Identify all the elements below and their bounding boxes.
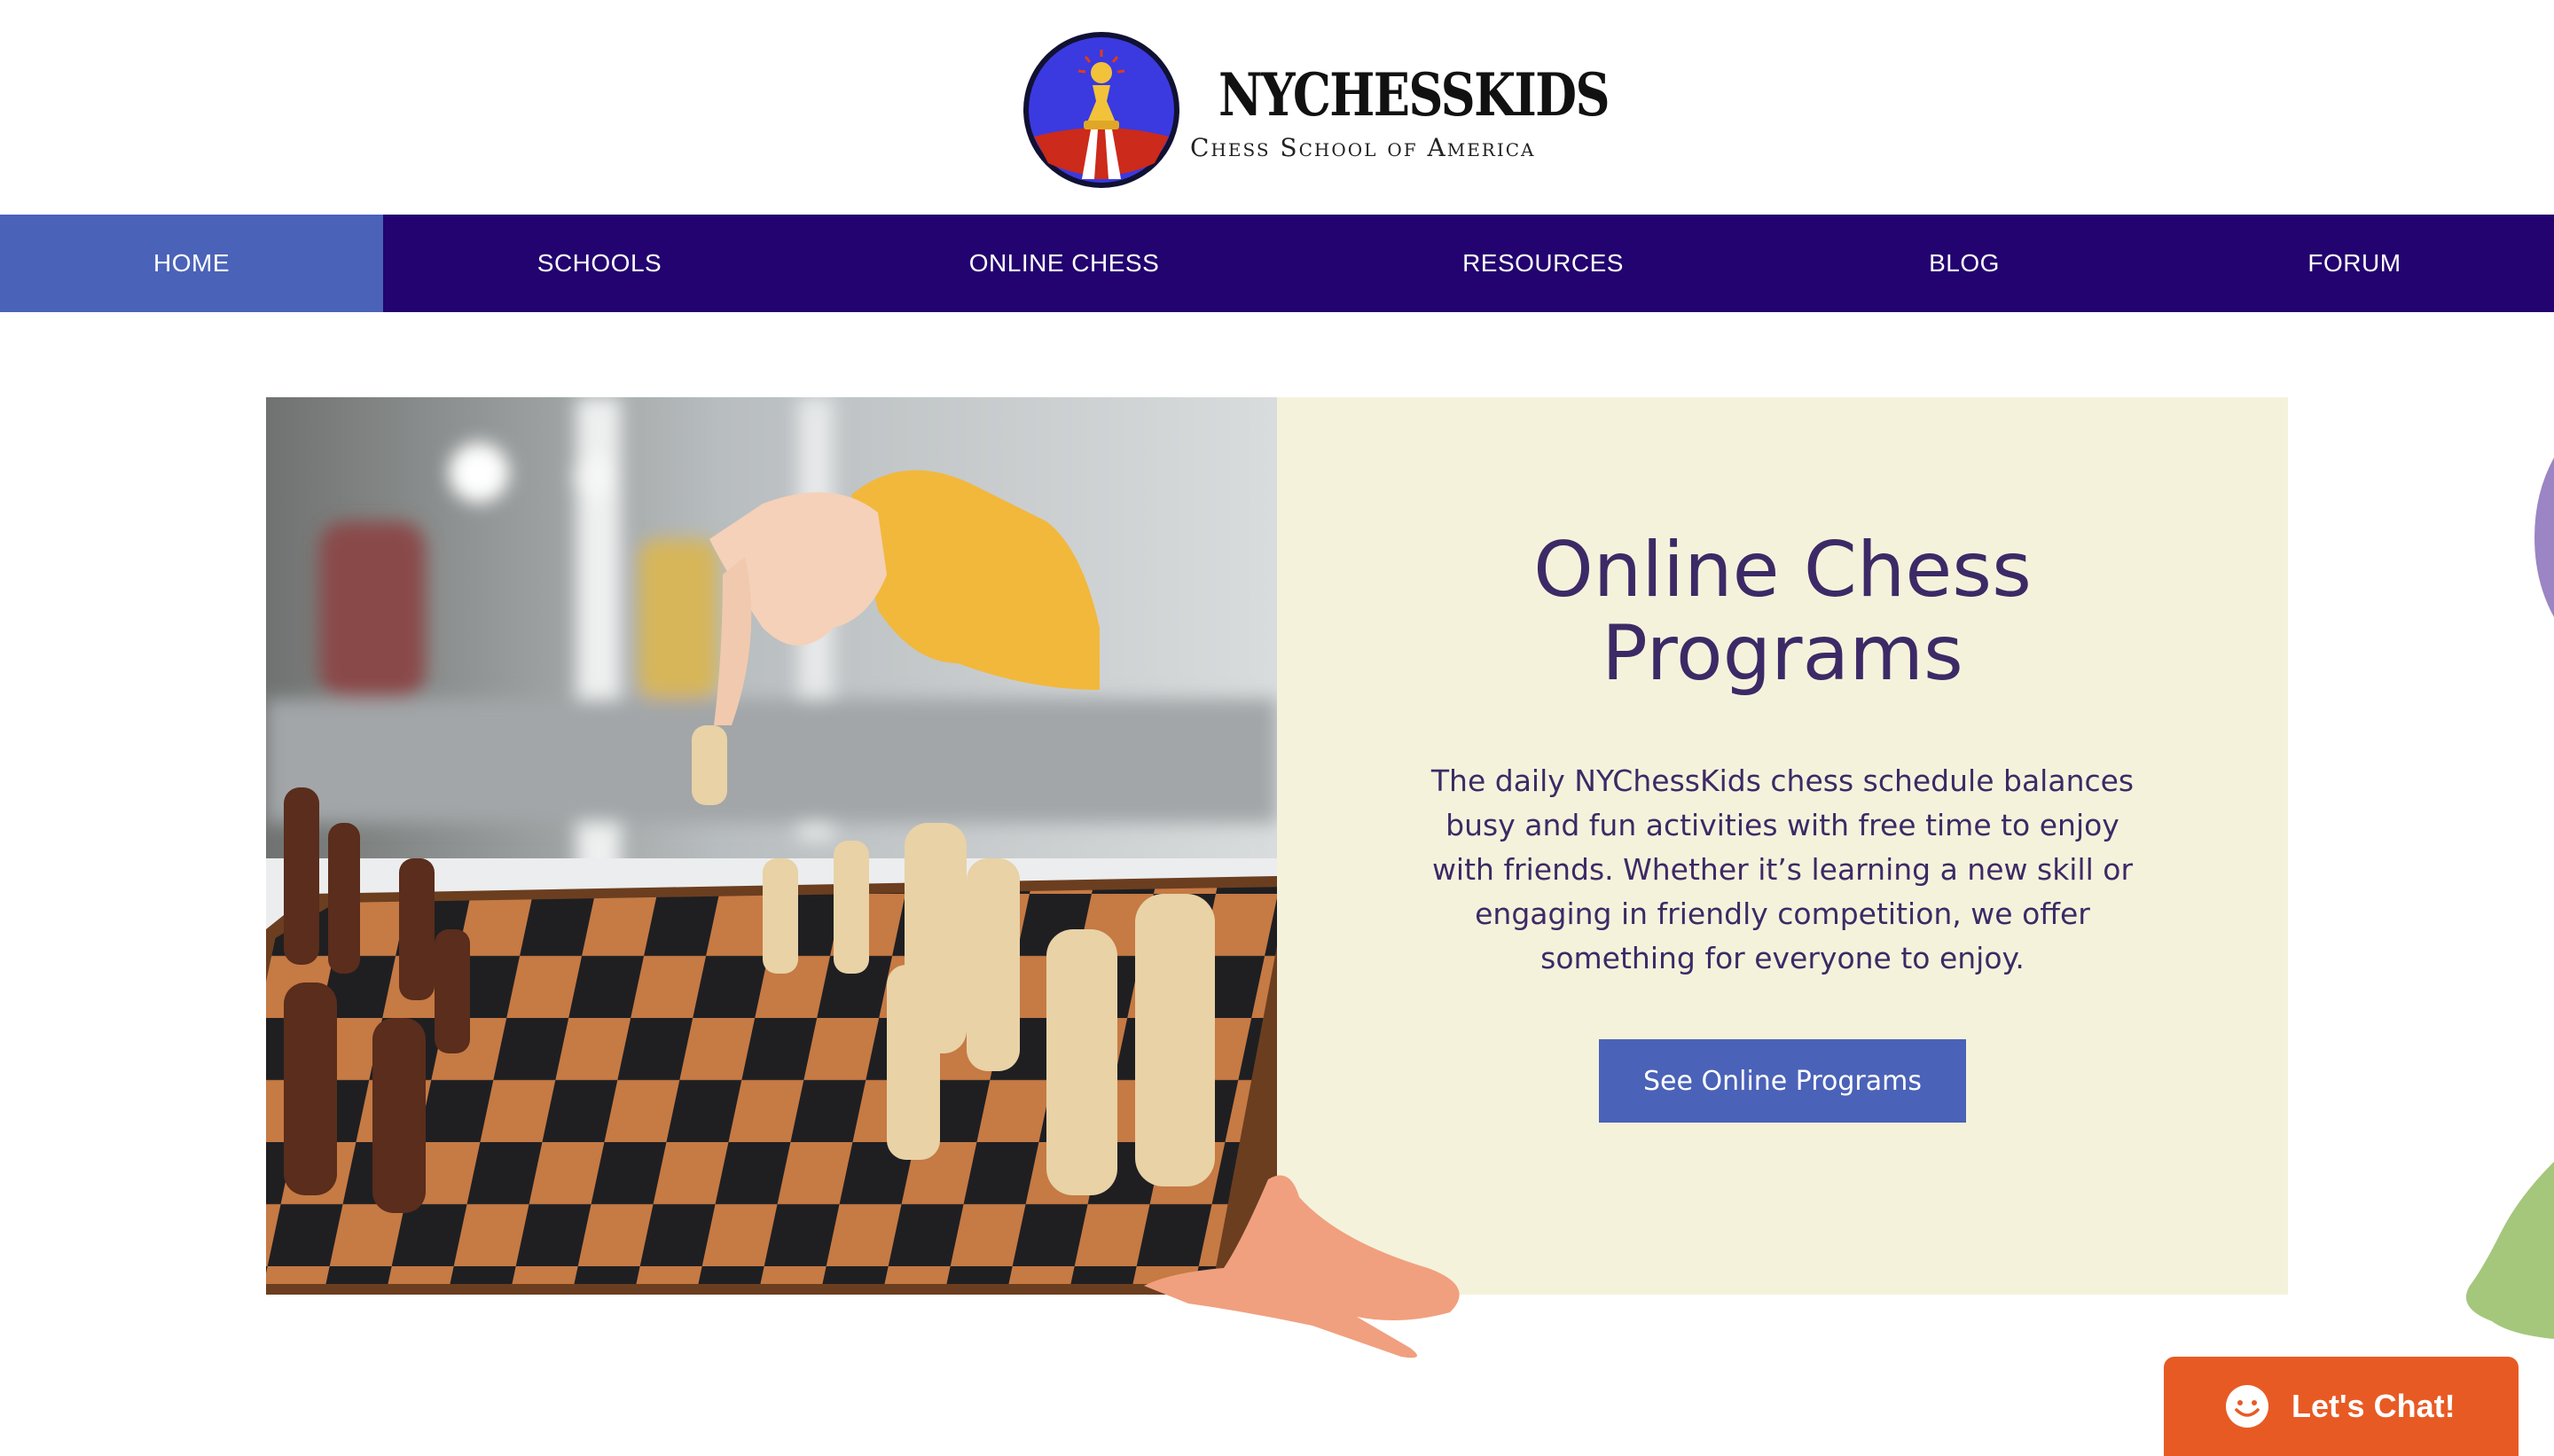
nav-item-online-chess[interactable]: ONLINE CHESS: [816, 215, 1312, 312]
nav-item-resources[interactable]: RESOURCES: [1312, 215, 1774, 312]
hero-title-line1: Online Chess: [1533, 526, 2032, 614]
nav-item-blog[interactable]: BLOG: [1774, 215, 2155, 312]
main-nav: HOME SCHOOLS ONLINE CHESS RESOURCES BLOG…: [0, 215, 2554, 312]
hero-content-panel: Online Chess Programs The daily NYChessK…: [1277, 397, 2288, 1295]
green-brush-decoration: [2465, 1162, 2554, 1339]
brand-name: NYCHESSKIDS: [1218, 60, 1610, 129]
hero-title: Online Chess Programs: [1277, 528, 2288, 695]
logo-link[interactable]: NYCHESSKIDS Chess School of America: [1022, 30, 1610, 190]
chat-label: Let's Chat!: [2292, 1388, 2456, 1424]
purple-circle-decoration: [2534, 458, 2554, 617]
lets-chat-button[interactable]: Let's Chat!: [2164, 1357, 2519, 1456]
pawn-emblem-icon: [1023, 32, 1179, 188]
nav-item-forum[interactable]: FORUM: [2155, 215, 2554, 312]
smiley-chat-icon: [2226, 1385, 2268, 1428]
online-chess-hero: Online Chess Programs The daily NYChessK…: [266, 397, 2288, 1295]
see-online-programs-button[interactable]: See Online Programs: [1599, 1039, 1966, 1123]
nav-item-home[interactable]: HOME: [0, 215, 383, 312]
brand-tagline: Chess School of America: [1190, 133, 1536, 162]
hero-description: The daily NYChessKids chess schedule bal…: [1430, 763, 2135, 975]
nav-item-schools[interactable]: SCHOOLS: [383, 215, 816, 312]
site-header: NYCHESSKIDS Chess School of America: [0, 0, 2554, 215]
chess-photo: [266, 397, 1277, 1295]
hero-title-line2: Programs: [1602, 609, 1963, 698]
orange-brush-splash: [1144, 1175, 1460, 1358]
